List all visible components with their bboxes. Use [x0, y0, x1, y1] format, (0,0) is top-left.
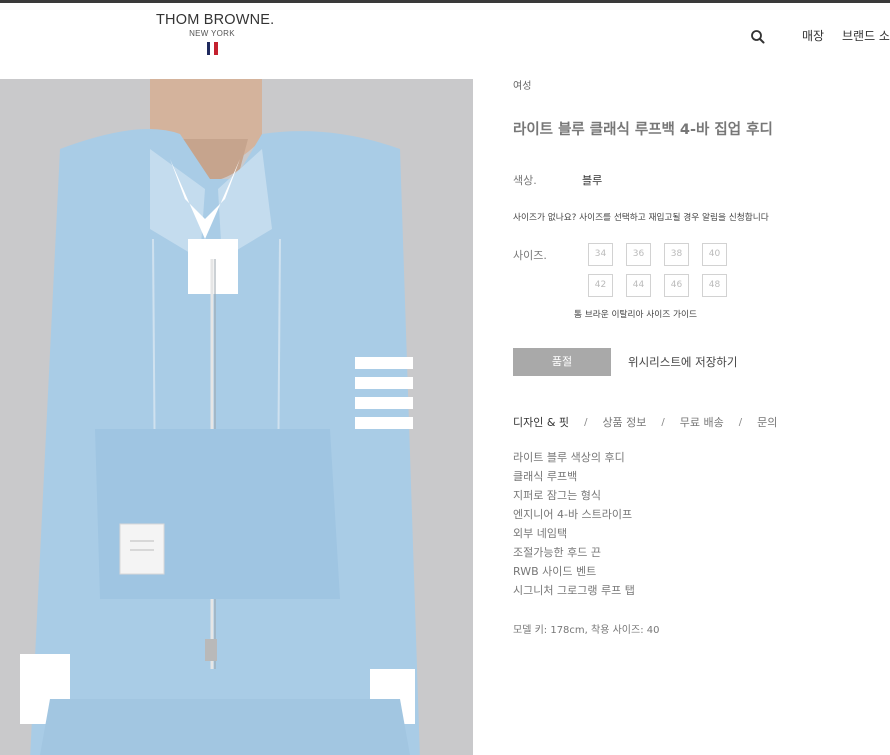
size-option[interactable]: 48 — [702, 274, 727, 297]
tab-separator: / — [661, 416, 665, 428]
list-item: 지퍼로 잠그는 형식 — [513, 489, 601, 502]
list-item: 클래식 루프백 — [513, 470, 578, 483]
tab-design-fit[interactable]: 디자인 & 핏 — [513, 414, 569, 430]
soldout-button[interactable]: 품절 — [513, 348, 611, 376]
wishlist-link[interactable]: 위시리스트에 저장하기 — [628, 354, 737, 370]
tab-inquiry[interactable]: 문의 — [757, 414, 777, 430]
size-label: 사이즈. — [513, 249, 547, 262]
breadcrumb[interactable]: 여성 — [513, 77, 531, 92]
logo-sub-text: NEW YORK — [189, 29, 235, 38]
tab-free-shipping[interactable]: 무료 배송 — [680, 414, 724, 430]
flag-icon — [206, 42, 218, 55]
model-info: 모델 키: 178cm, 착용 사이즈: 40 — [513, 625, 660, 636]
nav-brand[interactable]: 브랜드 소 — [842, 27, 890, 44]
list-item: RWB 사이드 벤트 — [513, 565, 597, 578]
list-item: 외부 네임택 — [513, 527, 568, 540]
logo-main-text: THOM BROWNE. — [156, 12, 275, 28]
list-item: 시그니처 그로그랭 루프 탭 — [513, 584, 635, 597]
color-label: 색상. — [513, 174, 537, 187]
size-option[interactable]: 34 — [588, 243, 613, 266]
nav-stores[interactable]: 매장 — [802, 27, 824, 44]
size-option[interactable]: 46 — [664, 274, 689, 297]
list-item: 조절가능한 후드 끈 — [513, 546, 601, 559]
tab-separator: / — [584, 416, 588, 428]
color-value: 블루 — [582, 174, 603, 187]
detail-tabs: 디자인 & 핏 / 상품 정보 / 무료 배송 / 문의 — [513, 414, 777, 430]
feature-list: 라이트 블루 색상의 후디 클래식 루프백 지퍼로 잠그는 형식 엔지니어 4-… — [513, 448, 635, 600]
size-option[interactable]: 40 — [702, 243, 727, 266]
tab-separator: / — [738, 416, 743, 428]
size-option[interactable]: 44 — [626, 274, 651, 297]
size-option[interactable]: 36 — [626, 243, 651, 266]
size-guide-link[interactable]: 톰 브라운 이탈리아 사이즈 가이드 — [574, 307, 697, 320]
size-option[interactable]: 38 — [664, 243, 689, 266]
search-icon[interactable] — [750, 29, 766, 45]
product-image — [0, 79, 473, 755]
size-option[interactable]: 42 — [588, 274, 613, 297]
restock-note: 사이즈가 없나요? 사이즈를 선택하고 재입고될 경우 알림을 신청합니다 — [513, 213, 769, 223]
list-item: 엔지니어 4-바 스트라이프 — [513, 508, 633, 521]
tab-product-info[interactable]: 상품 정보 — [602, 414, 646, 430]
brand-logo[interactable]: THOM BROWNE. NEW YORK — [156, 12, 275, 55]
product-title: 라이트 블루 클래식 루프백 4-바 집업 후디 — [513, 122, 773, 138]
list-item: 라이트 블루 색상의 후디 — [513, 451, 625, 464]
